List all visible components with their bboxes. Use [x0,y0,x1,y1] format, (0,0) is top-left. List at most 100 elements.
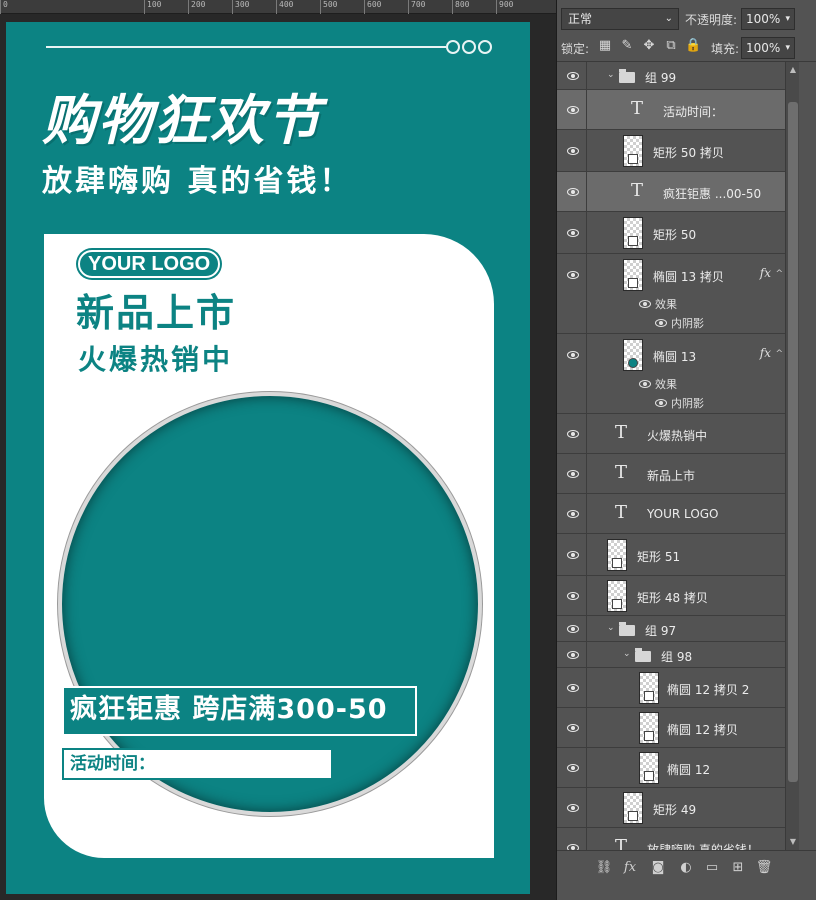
new-group-icon[interactable]: ▭ [703,859,721,877]
layer-row-text[interactable]: T 火爆热销中 [557,414,785,454]
fx-badge[interactable]: fx [760,266,771,280]
visibility-eye-icon[interactable] [565,270,581,280]
layer-row-shape-fx[interactable]: 椭圆 13 fx ^ 效果 内阴影 [557,334,785,414]
layer-row-group-97[interactable]: ⌄ 组 97 [557,616,785,642]
layer-row-text[interactable]: T 疯狂钜惠 ...00-50 [557,172,785,212]
layer-row-shape[interactable]: 椭圆 12 [557,748,785,788]
layer-row-group-99[interactable]: ⌄ 组 99 [557,62,785,90]
layer-row-group-98[interactable]: ⌄ 组 98 [557,642,785,668]
visibility-eye-icon[interactable] [565,509,581,519]
hot-sale-heading: 火爆热销中 [78,343,234,376]
visibility-eye-icon[interactable] [565,591,581,601]
layer-name: YOUR LOGO [647,507,719,521]
lock-all-icon[interactable]: 🔒 [685,38,701,54]
chevron-down-icon: ▾ [785,43,790,53]
layer-row-shape[interactable]: 矩形 49 [557,788,785,828]
visibility-eye-icon[interactable] [565,469,581,479]
layer-thumbnail [639,672,659,704]
layer-name: 矩形 49 [653,803,697,817]
scroll-up-arrow-icon[interactable]: ▲ [786,64,800,76]
blend-mode-select[interactable]: 正常 ⌄ [561,8,679,30]
ruler-label: 200 [188,0,205,14]
fill-input[interactable]: 100% ▾ [741,37,795,59]
link-layers-icon[interactable]: ⛓ [595,859,613,877]
text-layer-icon: T [615,502,628,523]
layer-row-shape[interactable]: 矩形 50 [557,212,785,254]
new-layer-icon[interactable]: ⊞ [729,859,747,877]
visibility-eye-icon[interactable] [565,429,581,439]
lock-position-icon[interactable]: ✥ [641,38,657,54]
layer-row-text[interactable]: T 新品上市 [557,454,785,494]
scroll-down-arrow-icon[interactable]: ▼ [786,836,800,848]
layer-row-shape[interactable]: 椭圆 12 拷贝 2 [557,668,785,708]
chevron-up-icon[interactable]: ^ [775,269,783,279]
visibility-eye-icon[interactable] [565,803,581,813]
visibility-eye-icon[interactable] [565,71,581,81]
visibility-eye-icon[interactable] [565,146,581,156]
poster-title: 购物狂欢节 [42,89,322,152]
chevron-down-icon: ⌄ [664,13,673,24]
layer-row-shape[interactable]: 矩形 48 拷贝 [557,576,785,616]
poster-artboard[interactable]: 购物狂欢节 放肆嗨购 真的省钱！ YOUR LOGO 新品上市 火爆热销中 疯狂… [6,22,530,894]
delete-layer-icon[interactable]: 🗑 [755,859,773,877]
visibility-eye-icon[interactable] [565,723,581,733]
visibility-eye-icon[interactable] [565,843,581,850]
ruler-label: 300 [232,0,249,14]
layer-thumbnail [623,135,643,167]
document-canvas[interactable]: 购物狂欢节 放肆嗨购 真的省钱！ YOUR LOGO 新品上市 火爆热销中 疯狂… [0,14,556,900]
visibility-eye-icon[interactable] [655,319,667,327]
lock-artboard-icon[interactable]: ⧉ [663,38,679,54]
opacity-input[interactable]: 100% ▾ [741,8,795,30]
lock-image-pixels-icon[interactable]: ✎ [619,38,635,54]
layer-row-shape-fx[interactable]: 椭圆 13 拷贝 fx ^ 效果 内阴影 [557,254,785,334]
layer-name: 矩形 51 [637,550,681,564]
visibility-eye-icon[interactable] [655,399,667,407]
visibility-eye-icon[interactable] [565,763,581,773]
expand-arrow-icon[interactable]: ⌄ [623,649,631,659]
layers-panel: 正常 ⌄ 不透明度: 100% ▾ 锁定: ▦ ✎ ✥ ⧉ 🔒 填充: 100%… [556,0,816,900]
ruler-label: 100 [144,0,161,14]
visibility-eye-icon[interactable] [639,380,651,388]
visibility-eye-icon[interactable] [565,650,581,660]
decorative-line [46,46,446,48]
layer-row-text[interactable]: T 活动时间： [557,90,785,130]
layers-scrollbar[interactable]: ▲ ▼ [785,62,799,850]
layer-name: 活动时间： [663,105,724,119]
layer-row-shape[interactable]: 矩形 50 拷贝 [557,130,785,172]
ruler-label: 900 [496,0,513,14]
visibility-eye-icon[interactable] [565,105,581,115]
layers-panel-footer: ⛓ fx ◙ ◐ ▭ ⊞ 🗑 [557,850,816,900]
lock-transparent-pixels-icon[interactable]: ▦ [597,38,613,54]
chevron-down-icon: ▾ [785,14,790,24]
visibility-eye-icon[interactable] [639,300,651,308]
visibility-eye-icon[interactable] [565,550,581,560]
scrollbar-thumb[interactable] [788,102,798,782]
visibility-eye-icon[interactable] [565,350,581,360]
ruler-label: 0 [0,0,8,14]
layer-thumbnail [623,217,643,249]
expand-arrow-icon[interactable]: ⌄ [607,623,615,633]
chevron-up-icon[interactable]: ^ [775,349,783,359]
ruler-label: 600 [364,0,381,14]
text-layer-icon: T [615,836,628,850]
effects-label: 效果 [655,378,677,391]
visibility-eye-icon[interactable] [565,683,581,693]
layer-row-text[interactable]: T 放肆嗨购 真的省钱！ [557,828,785,850]
folder-icon [619,69,635,83]
layer-row-shape[interactable]: 矩形 51 [557,534,785,576]
layer-row-text[interactable]: T YOUR LOGO [557,494,785,534]
expand-arrow-icon[interactable]: ⌄ [607,70,615,80]
visibility-eye-icon[interactable] [565,624,581,634]
fx-badge[interactable]: fx [760,346,771,360]
layer-thumbnail [623,259,643,291]
layer-name: 疯狂钜惠 ...00-50 [663,187,762,201]
add-mask-icon[interactable]: ◙ [649,859,667,877]
layer-name: 放肆嗨购 真的省钱！ [647,843,759,850]
layer-name: 组 97 [645,624,677,638]
add-style-icon[interactable]: fx [621,859,639,877]
visibility-eye-icon[interactable] [565,187,581,197]
adjustment-layer-icon[interactable]: ◐ [677,859,695,877]
layer-row-shape[interactable]: 椭圆 12 拷贝 [557,708,785,748]
visibility-eye-icon[interactable] [565,228,581,238]
text-layer-icon: T [615,462,628,483]
